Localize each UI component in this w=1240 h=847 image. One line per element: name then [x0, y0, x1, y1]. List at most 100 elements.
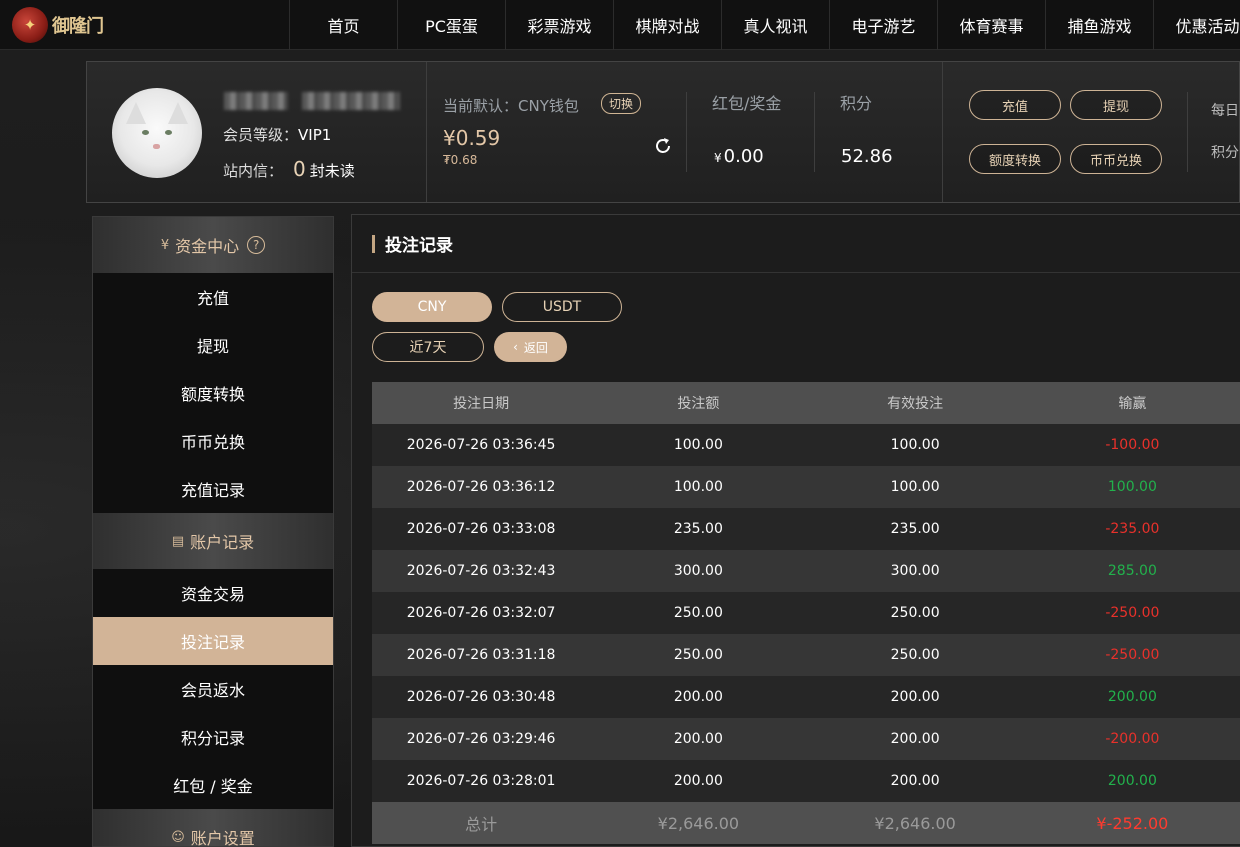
avatar[interactable] — [112, 88, 202, 178]
cell-valid-bet: 200.00 — [890, 689, 940, 705]
refresh-icon[interactable] — [653, 136, 673, 156]
member-level: 会员等级：VIP1 — [223, 124, 331, 145]
nav-item-chess-cards[interactable]: 棋牌对战 — [613, 0, 721, 50]
avatar-cat-eye — [142, 130, 149, 135]
sidebar-item-recharge[interactable]: 充值 — [93, 273, 333, 321]
avatar-cat-nose — [153, 144, 160, 149]
cell-win-loss: -235.00 — [1105, 521, 1160, 537]
sidebar: ¥ 资金中心 ? 充值 提现 额度转换 币币兑换 充值记录 ▤ 账户记录 资金交… — [92, 216, 334, 847]
sidebar-item-bet-records[interactable]: 投注记录 — [93, 617, 333, 665]
sidebar-item-points-records[interactable]: 积分记录 — [93, 713, 333, 761]
main-menu: 首页 PC蛋蛋 彩票游戏 棋牌对战 真人视讯 电子游艺 体育赛事 捕鱼游戏 优惠… — [289, 0, 1240, 50]
document-icon: ▤ — [171, 533, 185, 549]
sidebar-section-settings: ☺ 账户设置 — [93, 809, 333, 847]
cell-bet-amount: 100.00 — [673, 437, 723, 453]
inbox-label: 站内信： — [223, 162, 284, 180]
cell-bet-amount: 200.00 — [673, 731, 723, 747]
period-filter-7days[interactable]: 近7天 — [372, 332, 484, 362]
help-icon[interactable]: ? — [247, 236, 266, 254]
cell-win-loss: 285.00 — [1107, 563, 1157, 579]
inbox-unread-label: 封未读 — [309, 162, 355, 180]
inbox-status[interactable]: 站内信： 0 封未读 — [223, 157, 355, 181]
cell-bet-date: 2026-07-26 03:29:46 — [406, 731, 556, 747]
avatar-cat-ear — [126, 102, 146, 124]
cell-win-loss: -200.00 — [1105, 731, 1160, 747]
nav-item-lottery[interactable]: 彩票游戏 — [505, 0, 613, 50]
site-logo[interactable]: ✦ 御隆门 — [12, 5, 112, 45]
sidebar-item-withdraw[interactable]: 提现 — [93, 321, 333, 369]
sidebar-item-exchange[interactable]: 币币兑换 — [93, 417, 333, 465]
column-header-date: 投注日期 — [453, 396, 510, 412]
divider — [1187, 92, 1188, 172]
masked-account-id — [302, 92, 400, 110]
points-label-secondary: 积分 — [1211, 145, 1239, 161]
wallet-balance: ¥0.59 — [443, 126, 501, 150]
column-header-valid-bet: 有效投注 — [887, 396, 944, 412]
sidebar-section-title: 资金中心 — [175, 237, 240, 256]
nav-item-fishing[interactable]: 捕鱼游戏 — [1045, 0, 1153, 50]
nav-item-home[interactable]: 首页 — [289, 0, 397, 50]
nav-item-pc-egg[interactable]: PC蛋蛋 — [397, 0, 505, 50]
sidebar-item-bonus[interactable]: 红包 / 奖金 — [93, 761, 333, 809]
column-header-win-loss: 输赢 — [1118, 396, 1147, 412]
nav-item-slots[interactable]: 电子游艺 — [829, 0, 937, 50]
sidebar-section-funds: ¥ 资金中心 ? — [93, 217, 333, 273]
nav-item-sports[interactable]: 体育赛事 — [937, 0, 1045, 50]
column-header-bet-amount: 投注额 — [677, 396, 720, 412]
cell-bet-date: 2026-07-26 03:36:45 — [406, 437, 556, 453]
back-button[interactable]: ‹ 返回 — [494, 332, 567, 362]
sidebar-item-transfer[interactable]: 额度转换 — [93, 369, 333, 417]
currency-chip-cny[interactable]: CNY — [372, 292, 492, 322]
bonus-amount: 0.00 — [723, 146, 764, 167]
yen-coin-icon: ¥ — [160, 237, 170, 253]
exchange-button[interactable]: 币币兑换 — [1070, 144, 1162, 174]
cell-valid-bet: 200.00 — [890, 731, 940, 747]
cell-valid-bet: 100.00 — [890, 479, 940, 495]
cell-bet-amount: 200.00 — [673, 689, 723, 705]
sidebar-section-title: 账户记录 — [190, 533, 255, 552]
top-navigation: ✦ 御隆门 首页 PC蛋蛋 彩票游戏 棋牌对战 真人视讯 电子游艺 体育赛事 捕… — [0, 0, 1240, 50]
nav-item-promotions[interactable]: 优惠活动 — [1153, 0, 1240, 50]
inbox-count: 0 — [293, 157, 306, 181]
bet-records-panel: 投注记录 CNY USDT 近7天 ‹ 返回 投注日期 投注额 有效投注 输赢 … — [351, 214, 1240, 847]
panel-header: 投注记录 — [352, 215, 1240, 273]
sidebar-item-recharge-records[interactable]: 充值记录 — [93, 465, 333, 513]
transfer-button[interactable]: 额度转换 — [969, 144, 1061, 174]
cell-valid-bet: 250.00 — [890, 605, 940, 621]
currency-chip-usdt[interactable]: USDT — [502, 292, 622, 322]
table-header: 投注日期 投注额 有效投注 输赢 — [372, 382, 1240, 424]
table-row: 2026-07-26 03:36:12 100.00 100.00 100.00 — [372, 466, 1240, 508]
divider — [426, 62, 427, 202]
recharge-button[interactable]: 充值 — [969, 90, 1061, 120]
cell-bet-amount: 100.00 — [673, 479, 723, 495]
table-body: 2026-07-26 03:36:45 100.00 100.00 -100.00 20… — [372, 424, 1240, 802]
masked-username — [224, 92, 288, 110]
avatar-cat-eye — [165, 130, 172, 135]
table-row: 2026-07-26 03:32:07 250.00 250.00 -250.00 — [372, 592, 1240, 634]
table-row: 2026-07-26 03:33:08 235.00 235.00 -235.00 — [372, 508, 1240, 550]
chevron-left-icon: ‹ — [513, 340, 518, 354]
withdraw-button[interactable]: 提现 — [1070, 90, 1162, 120]
avatar-cat-ear — [168, 102, 188, 124]
total-label: 总计 — [465, 815, 498, 834]
switch-wallet-button[interactable]: 切换 — [601, 93, 642, 114]
cell-bet-date: 2026-07-26 03:30:48 — [406, 689, 556, 705]
cell-bet-date: 2026-07-26 03:33:08 — [406, 521, 556, 537]
cell-win-loss: -250.00 — [1105, 647, 1160, 663]
cell-bet-date: 2026-07-26 03:28:01 — [406, 773, 556, 789]
table-row: 2026-07-26 03:36:45 100.00 100.00 -100.00 — [372, 424, 1240, 466]
bonus-currency: ¥ — [714, 151, 722, 165]
table-footer: 总计 ¥2,646.00 ¥2,646.00 ¥-252.00 — [372, 802, 1240, 844]
total-win-loss: ¥-252.00 — [1096, 813, 1169, 833]
page-title: 投注记录 — [385, 236, 453, 256]
sidebar-section-title: 账户设置 — [190, 829, 255, 847]
cell-bet-amount: 250.00 — [673, 647, 723, 663]
table-row: 2026-07-26 03:29:46 200.00 200.00 -200.00 — [372, 718, 1240, 760]
daily-label: 每日 — [1211, 103, 1239, 119]
sidebar-item-transactions[interactable]: 资金交易 — [93, 569, 333, 617]
sidebar-item-rebate[interactable]: 会员返水 — [93, 665, 333, 713]
wallet-balance-usdt: ₮0.68 — [443, 153, 478, 167]
table-row: 2026-07-26 03:30:48 200.00 200.00 200.00 — [372, 676, 1240, 718]
nav-item-live-casino[interactable]: 真人视讯 — [721, 0, 829, 50]
cell-bet-amount: 235.00 — [673, 521, 723, 537]
